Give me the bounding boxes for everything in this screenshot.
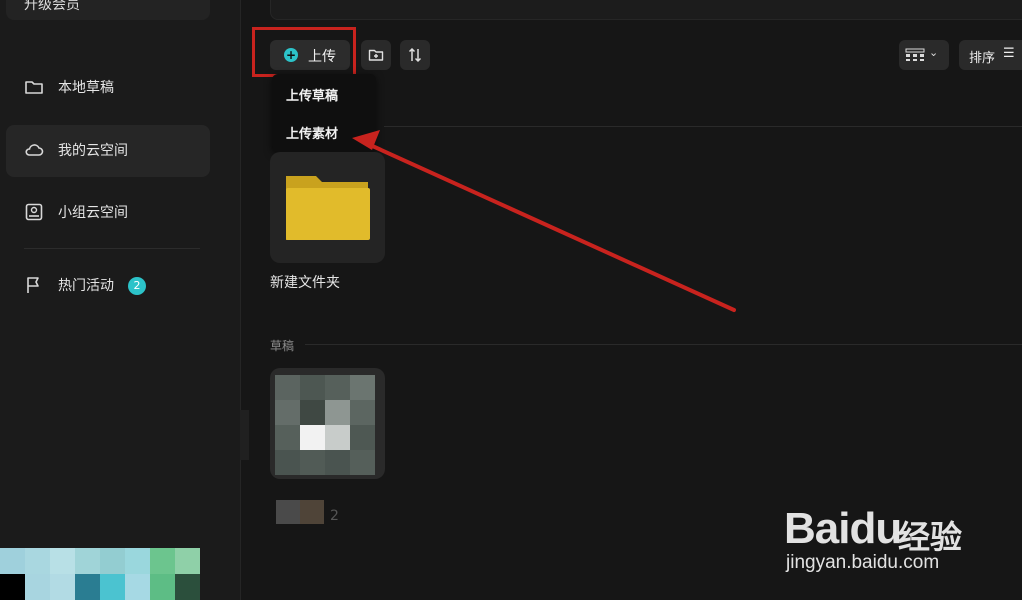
watermark-url: jingyan.baidu.com (786, 552, 940, 573)
watermark-brand: Baidu (784, 504, 902, 553)
baidu-jingyan-watermark: Baidu 经验 jingyan.baidu.com (784, 484, 984, 584)
